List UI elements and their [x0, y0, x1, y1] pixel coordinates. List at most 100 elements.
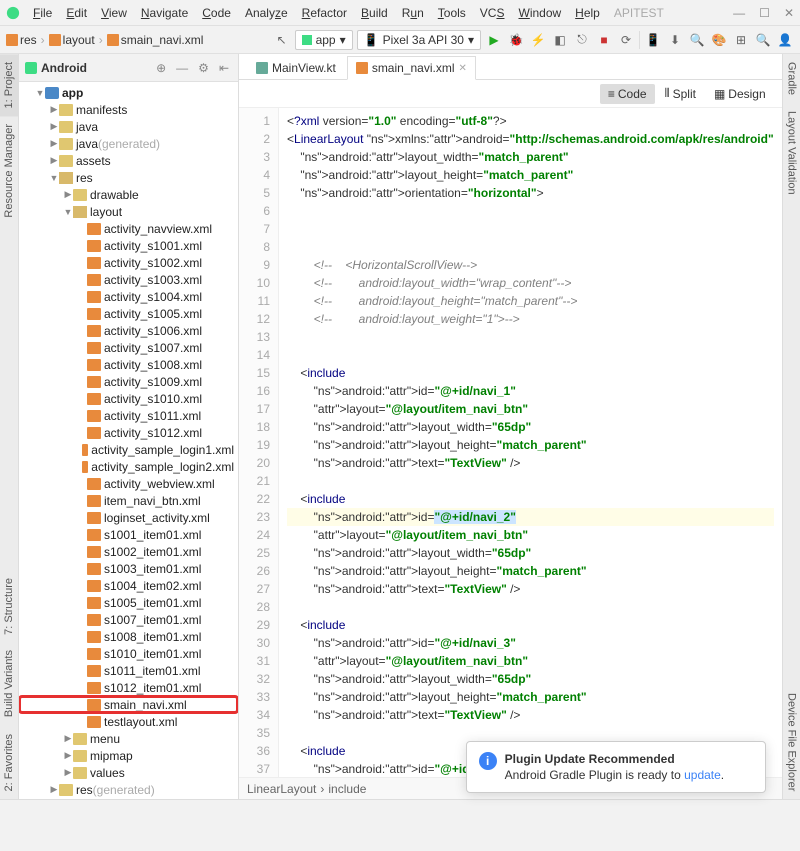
tool-tab-gradle[interactable]: Gradle	[783, 54, 800, 103]
breadcrumb-res[interactable]: res	[6, 33, 37, 47]
menu-vcs[interactable]: VCS	[473, 3, 512, 23]
tool-tab-project[interactable]: 1: Project	[0, 54, 18, 116]
menu-file[interactable]: File	[26, 3, 59, 23]
menu-window[interactable]: Window	[511, 3, 568, 23]
tree-folder-java[interactable]: ▶java	[19, 118, 238, 135]
crumb-linearlayout[interactable]: LinearLayout	[247, 782, 316, 796]
tree-file-smain_navi-xml[interactable]: smain_navi.xml	[19, 696, 238, 713]
search-button[interactable]: 🔍	[754, 31, 772, 49]
tool-tab-build-variants[interactable]: Build Variants	[0, 642, 18, 725]
db-button[interactable]: ⊞	[732, 31, 750, 49]
sync-button[interactable]: ⟳	[617, 31, 635, 49]
collapse-all-icon[interactable]: —	[173, 61, 191, 75]
tree-folder-layout[interactable]: ▼layout	[19, 203, 238, 220]
debug-button[interactable]: 🐞	[507, 31, 525, 49]
menu-analyze[interactable]: Analyze	[238, 3, 295, 23]
project-tree[interactable]: ▼app ▶manifests ▶java ▶java (generated) …	[19, 82, 238, 799]
tree-file-activity_s1008-xml[interactable]: activity_s1008.xml	[19, 356, 238, 373]
tree-file-s1007_item01-xml[interactable]: s1007_item01.xml	[19, 611, 238, 628]
view-mode-split[interactable]: ⫴ Split	[657, 83, 704, 104]
coverage-button[interactable]: ◧	[551, 31, 569, 49]
tree-file-activity_s1010-xml[interactable]: activity_s1010.xml	[19, 390, 238, 407]
breadcrumb-layout[interactable]: layout	[49, 33, 95, 47]
menu-tools[interactable]: Tools	[431, 3, 473, 23]
tree-file-activity_s1001-xml[interactable]: activity_s1001.xml	[19, 237, 238, 254]
tree-folder-res-gen[interactable]: ▶res (generated)	[19, 781, 238, 798]
view-mode-design[interactable]: ▦ Design	[706, 84, 774, 104]
tree-file-s1012_item01-xml[interactable]: s1012_item01.xml	[19, 679, 238, 696]
tree-folder-values[interactable]: ▶values	[19, 764, 238, 781]
tree-file-activity_navview-xml[interactable]: activity_navview.xml	[19, 220, 238, 237]
avd-button[interactable]: 📱	[644, 31, 662, 49]
profile-button[interactable]: ⚡	[529, 31, 547, 49]
tree-folder-drawable[interactable]: ▶drawable	[19, 186, 238, 203]
tree-file-s1010_item01-xml[interactable]: s1010_item01.xml	[19, 645, 238, 662]
tree-file-s1011_item01-xml[interactable]: s1011_item01.xml	[19, 662, 238, 679]
tree-file-s1003_item01-xml[interactable]: s1003_item01.xml	[19, 560, 238, 577]
window-minimize-icon[interactable]: —	[733, 6, 745, 20]
tool-tab-favorites[interactable]: 2: Favorites	[0, 726, 18, 799]
tree-file-activity_s1011-xml[interactable]: activity_s1011.xml	[19, 407, 238, 424]
stop-button[interactable]: ■	[595, 31, 613, 49]
tree-file-testlayout-xml[interactable]: testlayout.xml	[19, 713, 238, 730]
tree-file-activity_s1005-xml[interactable]: activity_s1005.xml	[19, 305, 238, 322]
tree-file-activity_s1003-xml[interactable]: activity_s1003.xml	[19, 271, 238, 288]
avatar-icon[interactable]: 👤	[776, 31, 794, 49]
tree-folder-java-gen[interactable]: ▶java (generated)	[19, 135, 238, 152]
tool-tab-structure[interactable]: 7: Structure	[0, 570, 18, 643]
menu-run[interactable]: Run	[395, 3, 431, 23]
tree-folder-res[interactable]: ▼res	[19, 169, 238, 186]
menu-navigate[interactable]: Navigate	[134, 3, 195, 23]
view-mode-code[interactable]: ≡ Code	[600, 84, 655, 104]
editor-tab-mainview[interactable]: MainView.kt	[247, 55, 345, 79]
tree-file-activity_s1004-xml[interactable]: activity_s1004.xml	[19, 288, 238, 305]
menu-help[interactable]: Help	[568, 3, 607, 23]
select-target-icon[interactable]: ⊕	[153, 61, 169, 75]
tree-file-s1005_item01-xml[interactable]: s1005_item01.xml	[19, 594, 238, 611]
editor-tab-smain-navi[interactable]: smain_navi.xml ✕	[347, 56, 476, 80]
tree-file-item_navi_btn-xml[interactable]: item_navi_btn.xml	[19, 492, 238, 509]
menu-edit[interactable]: Edit	[59, 3, 94, 23]
project-view-title[interactable]: Android	[41, 61, 149, 75]
tree-file-s1004_item02-xml[interactable]: s1004_item02.xml	[19, 577, 238, 594]
menu-code[interactable]: Code	[195, 3, 238, 23]
tree-file-activity_sample_login2-xml[interactable]: activity_sample_login2.xml	[19, 458, 238, 475]
tree-file-activity_s1006-xml[interactable]: activity_s1006.xml	[19, 322, 238, 339]
code-editor[interactable]: 1234567891011121314151617181920212223242…	[239, 108, 782, 777]
hide-panel-icon[interactable]: ⇤	[216, 61, 232, 75]
settings-gear-icon[interactable]: ⚙	[195, 61, 212, 75]
code-text[interactable]: <?xml version="1.0" encoding="utf-8"?><L…	[279, 108, 782, 777]
tree-folder-menu[interactable]: ▶menu	[19, 730, 238, 747]
window-maximize-icon[interactable]: ☐	[759, 6, 770, 20]
tree-file-s1002_item01-xml[interactable]: s1002_item01.xml	[19, 543, 238, 560]
tree-file-loginset_activity-xml[interactable]: loginset_activity.xml	[19, 509, 238, 526]
menu-refactor[interactable]: Refactor	[295, 3, 354, 23]
tool-tab-device-file-explorer[interactable]: Device File Explorer	[783, 685, 800, 799]
tree-file-activity_webview-xml[interactable]: activity_webview.xml	[19, 475, 238, 492]
close-tab-icon[interactable]: ✕	[459, 63, 467, 74]
menu-build[interactable]: Build	[354, 3, 395, 23]
breadcrumb-file[interactable]: smain_navi.xml	[107, 33, 204, 47]
tree-folder-assets[interactable]: ▶assets	[19, 152, 238, 169]
tree-file-s1001_item01-xml[interactable]: s1001_item01.xml	[19, 526, 238, 543]
tree-file-activity_s1002-xml[interactable]: activity_s1002.xml	[19, 254, 238, 271]
layout-inspector-button[interactable]: 🔍	[688, 31, 706, 49]
run-button[interactable]: ▶	[485, 31, 503, 49]
tree-folder-mipmap[interactable]: ▶mipmap	[19, 747, 238, 764]
tree-module-app[interactable]: ▼app	[19, 84, 238, 101]
tree-file-activity_s1012-xml[interactable]: activity_s1012.xml	[19, 424, 238, 441]
back-button[interactable]: ↖	[273, 31, 291, 49]
tree-file-activity_s1009-xml[interactable]: activity_s1009.xml	[19, 373, 238, 390]
tree-file-s1008_item01-xml[interactable]: s1008_item01.xml	[19, 628, 238, 645]
crumb-include[interactable]: include	[328, 782, 366, 796]
run-config-selector[interactable]: app ▾	[295, 30, 353, 50]
window-close-icon[interactable]: ✕	[784, 6, 794, 20]
sdk-button[interactable]: ⬇	[666, 31, 684, 49]
attach-button[interactable]: ⎋	[573, 31, 591, 49]
tool-tab-resource-manager[interactable]: Resource Manager	[0, 116, 18, 226]
tree-folder-manifests[interactable]: ▶manifests	[19, 101, 238, 118]
tree-file-activity_sample_login1-xml[interactable]: activity_sample_login1.xml	[19, 441, 238, 458]
tree-gradle-scripts[interactable]: ▶Gradle Scripts	[19, 798, 238, 799]
menu-view[interactable]: View	[94, 3, 134, 23]
resource-button[interactable]: 🎨	[710, 31, 728, 49]
